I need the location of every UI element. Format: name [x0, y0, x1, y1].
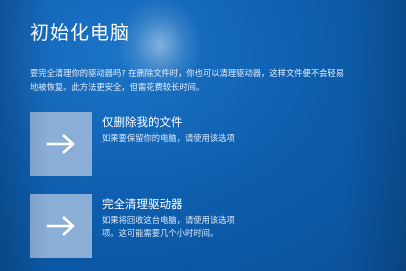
option-tile[interactable] — [30, 112, 92, 176]
option-subtitle-line: 如果将回收这台电脑，请使用该选项 — [102, 215, 235, 225]
page-title: 初始化电脑 — [30, 22, 131, 44]
reset-pc-screen: 初始化电脑 要完全清理你的驱动器吗? 在删除文件时，你也可以清理驱动器，这样文件… — [0, 0, 406, 271]
option-subtitle: 如果将回收这台电脑，请使用该选项 项。这可能需要几个小时时间。 — [102, 214, 235, 240]
option-title: 完全清理驱动器 — [102, 197, 183, 211]
option-subtitle-line: 如果要保留你的电脑，请使用该选项 — [102, 133, 235, 143]
right-arrow-icon — [46, 216, 75, 236]
option-tile[interactable] — [30, 194, 92, 258]
option-text: 仅删除我的文件 如果要保留你的电脑，请使用该选项 — [102, 114, 235, 145]
option-subtitle-line: 项。这可能需要几个小时时间。 — [102, 228, 219, 238]
option-remove-files-only[interactable]: 仅删除我的文件 如果要保留你的电脑，请使用该选项 — [30, 112, 400, 176]
description-line: 地被恢复。此方法更安全，但需花费较长时间。 — [30, 82, 205, 92]
description-line: 要完全清理你的驱动器吗? 在删除文件时，你也可以清理驱动器，这样文件便不会轻易 — [30, 68, 345, 78]
option-text: 完全清理驱动器 如果将回收这台电脑，请使用该选项 项。这可能需要几个小时时间。 — [102, 196, 235, 240]
option-title: 仅删除我的文件 — [102, 115, 183, 129]
right-arrow-icon — [46, 134, 75, 154]
description: 要完全清理你的驱动器吗? 在删除文件时，你也可以清理驱动器，这样文件便不会轻易 … — [30, 66, 390, 94]
option-subtitle: 如果要保留你的电脑，请使用该选项 — [102, 132, 235, 145]
option-fully-clean-drive[interactable]: 完全清理驱动器 如果将回收这台电脑，请使用该选项 项。这可能需要几个小时时间。 — [30, 194, 400, 258]
